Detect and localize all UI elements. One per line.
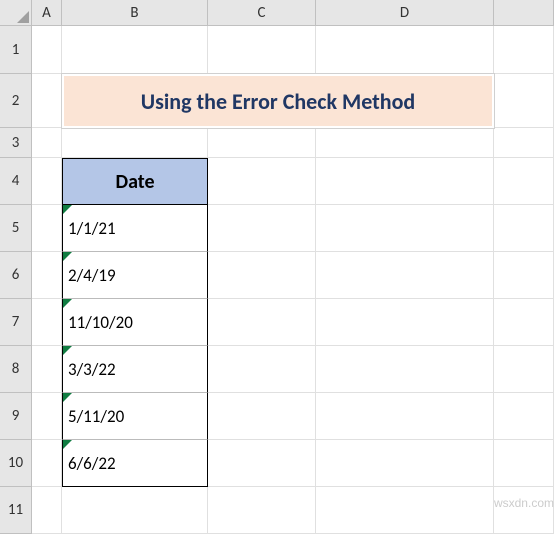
table-header-date[interactable]: Date xyxy=(62,158,208,205)
cell-d7[interactable] xyxy=(316,299,494,346)
title-text: Using the Error Check Method xyxy=(141,88,415,115)
row-header-3[interactable]: 3 xyxy=(0,128,32,158)
cell-c10[interactable] xyxy=(208,440,316,487)
cell-a7[interactable] xyxy=(32,299,62,346)
cell-b11[interactable] xyxy=(62,487,208,534)
select-all-corner[interactable] xyxy=(0,0,32,26)
cell-d10[interactable] xyxy=(316,440,494,487)
cell-a4[interactable] xyxy=(32,158,62,205)
cell-d11[interactable] xyxy=(316,487,494,534)
row-header-10[interactable]: 10 xyxy=(0,440,32,487)
table-row[interactable]: 6/6/22 xyxy=(62,440,208,487)
cell-e7[interactable] xyxy=(494,299,554,346)
cell-e9[interactable] xyxy=(494,393,554,440)
table-row[interactable]: 5/11/20 xyxy=(62,393,208,440)
table-row[interactable]: 11/10/20 xyxy=(62,299,208,346)
cell-e6[interactable] xyxy=(494,252,554,299)
row-header-8[interactable]: 8 xyxy=(0,346,32,393)
cell-d9[interactable] xyxy=(316,393,494,440)
cell-value: 2/4/19 xyxy=(68,265,116,286)
col-header-b[interactable]: B xyxy=(62,0,208,26)
cell-e10[interactable] xyxy=(494,440,554,487)
cell-c8[interactable] xyxy=(208,346,316,393)
cell-e4[interactable] xyxy=(494,158,554,205)
title-banner[interactable]: Using the Error Check Method xyxy=(62,74,494,128)
cell-a5[interactable] xyxy=(32,205,62,252)
cell-b1[interactable] xyxy=(62,26,208,74)
cell-a1[interactable] xyxy=(32,26,62,74)
cell-e8[interactable] xyxy=(494,346,554,393)
cell-d8[interactable] xyxy=(316,346,494,393)
cell-e2[interactable] xyxy=(494,74,554,128)
table-row[interactable]: 1/1/21 xyxy=(62,205,208,252)
cell-value: 6/6/22 xyxy=(68,453,116,474)
row-header-9[interactable]: 9 xyxy=(0,393,32,440)
col-header-c[interactable]: C xyxy=(208,0,316,26)
cell-c11[interactable] xyxy=(208,487,316,534)
cell-c9[interactable] xyxy=(208,393,316,440)
cell-a6[interactable] xyxy=(32,252,62,299)
cell-e3[interactable] xyxy=(494,128,554,158)
col-header-d[interactable]: D xyxy=(316,0,494,26)
cell-b3[interactable] xyxy=(62,128,208,158)
cell-c5[interactable] xyxy=(208,205,316,252)
cell-a3[interactable] xyxy=(32,128,62,158)
row-header-5[interactable]: 5 xyxy=(0,205,32,252)
cell-a8[interactable] xyxy=(32,346,62,393)
watermark: wsxdn.com xyxy=(494,496,554,510)
cell-d1[interactable] xyxy=(316,26,494,74)
cell-e5[interactable] xyxy=(494,205,554,252)
cell-d4[interactable] xyxy=(316,158,494,205)
col-header-e[interactable] xyxy=(494,0,554,26)
row-header-4[interactable]: 4 xyxy=(0,158,32,205)
cell-c6[interactable] xyxy=(208,252,316,299)
table-header-label: Date xyxy=(115,170,154,194)
row-header-1[interactable]: 1 xyxy=(0,26,32,74)
cell-value: 3/3/22 xyxy=(68,359,116,380)
col-header-a[interactable]: A xyxy=(32,0,62,26)
cell-c3[interactable] xyxy=(208,128,316,158)
cell-d6[interactable] xyxy=(316,252,494,299)
row-header-7[interactable]: 7 xyxy=(0,299,32,346)
cell-c4[interactable] xyxy=(208,158,316,205)
cell-c7[interactable] xyxy=(208,299,316,346)
cell-value: 5/11/20 xyxy=(68,406,124,427)
cell-e1[interactable] xyxy=(494,26,554,74)
row-header-11[interactable]: 11 xyxy=(0,487,32,534)
cell-a10[interactable] xyxy=(32,440,62,487)
cell-a9[interactable] xyxy=(32,393,62,440)
cell-d5[interactable] xyxy=(316,205,494,252)
row-header-6[interactable]: 6 xyxy=(0,252,32,299)
row-header-2[interactable]: 2 xyxy=(0,74,32,128)
cell-c1[interactable] xyxy=(208,26,316,74)
cell-d3[interactable] xyxy=(316,128,494,158)
cell-a2[interactable] xyxy=(32,74,62,128)
table-row[interactable]: 3/3/22 xyxy=(62,346,208,393)
cell-a11[interactable] xyxy=(32,487,62,534)
cell-value: 1/1/21 xyxy=(68,218,116,239)
data-table: Date 1/1/21 2/4/19 11/10/20 3/3/22 5/11/… xyxy=(62,158,208,487)
cell-e11[interactable] xyxy=(494,487,554,534)
table-row[interactable]: 2/4/19 xyxy=(62,252,208,299)
cell-value: 11/10/20 xyxy=(68,312,133,333)
